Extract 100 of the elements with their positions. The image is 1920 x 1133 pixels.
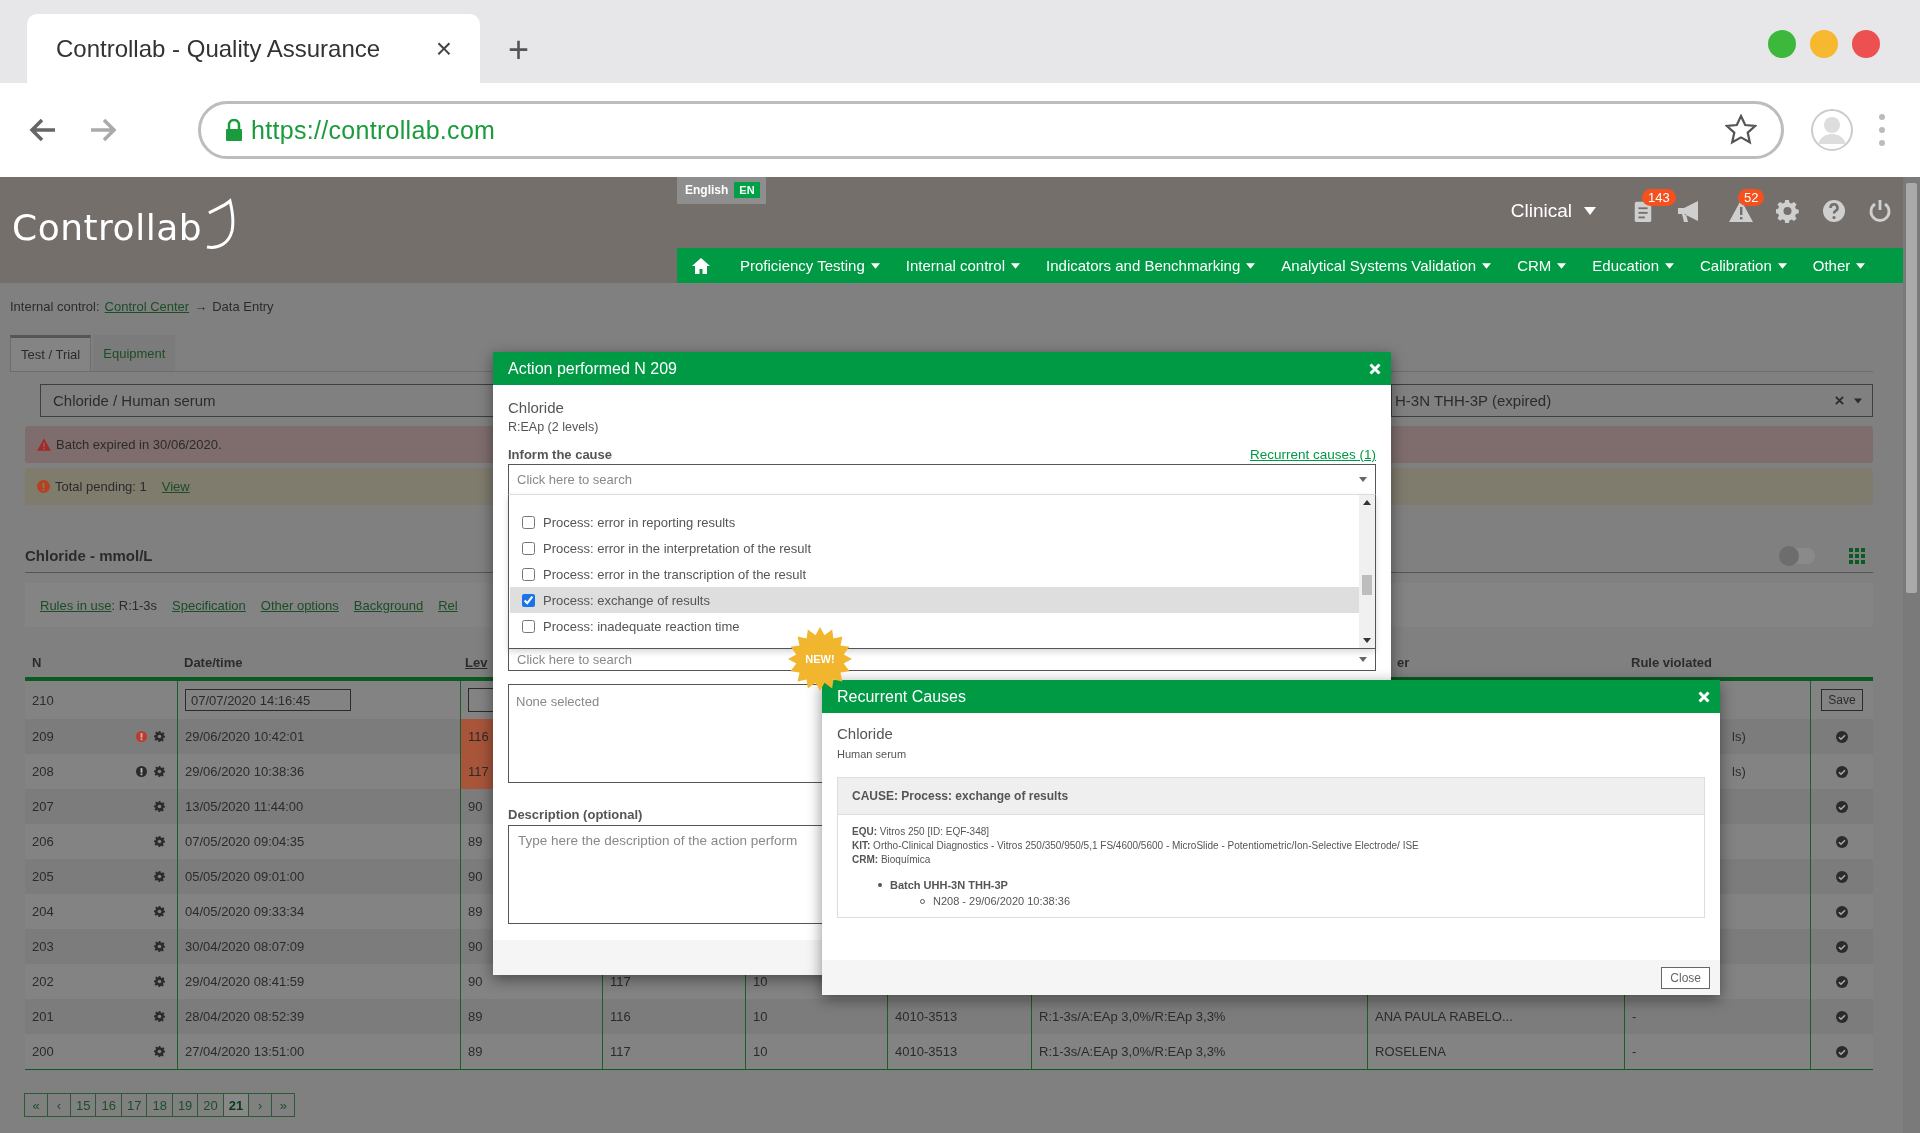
settings-icon[interactable]: [154, 976, 165, 987]
settings-icon[interactable]: [154, 731, 165, 742]
page-button[interactable]: 16: [95, 1093, 122, 1117]
power-icon[interactable]: [1868, 199, 1892, 223]
settings-icon[interactable]: [1776, 199, 1800, 223]
nav-menu-item[interactable]: Education: [1579, 257, 1687, 274]
grid-icon[interactable]: [1849, 547, 1865, 564]
toggle-switch[interactable]: [1781, 547, 1815, 564]
option-link[interactable]: Rel: [438, 597, 458, 613]
caret-icon: [1482, 262, 1492, 269]
close-icon[interactable]: [1369, 362, 1381, 375]
scrollbar[interactable]: [1903, 177, 1920, 1133]
tab[interactable]: Equipment: [93, 335, 176, 371]
tab-close-button[interactable]: ×: [435, 32, 452, 65]
language-selector[interactable]: English EN: [677, 177, 766, 204]
checkbox[interactable]: [522, 541, 535, 555]
breadcrumb-current: Data Entry: [212, 299, 274, 314]
nav-menu-item[interactable]: Indicators and Benchmarking: [1033, 257, 1269, 274]
settings-icon[interactable]: [154, 836, 165, 847]
table-cell: ls): [1732, 764, 1746, 779]
caret-icon: [1856, 262, 1866, 269]
batch-select[interactable]: H-3N THH-3P (expired): [1391, 384, 1873, 417]
page-button[interactable]: «: [24, 1093, 48, 1117]
close-button[interactable]: Close: [1661, 966, 1710, 989]
settings-icon[interactable]: [154, 871, 165, 882]
context-dropdown[interactable]: Clinical: [1504, 199, 1602, 223]
detail-line: EQU: Vitros 250 [ID: EQF-348]: [852, 825, 991, 839]
settings-icon[interactable]: [154, 1046, 165, 1057]
nav-menu-item[interactable]: CRM: [1504, 257, 1580, 274]
exclamation-icon[interactable]: [136, 766, 147, 777]
nav-menu-item[interactable]: Calibration: [1687, 257, 1800, 274]
page-button[interactable]: 21: [222, 1093, 250, 1117]
checkbox[interactable]: [522, 593, 535, 607]
checkbox[interactable]: [522, 619, 535, 633]
option-link[interactable]: Rules in use: [40, 597, 112, 613]
table-cell: R:1-3s/A:EAp 3,0%/R:EAp 3,3%: [1039, 1044, 1226, 1059]
checkbox[interactable]: [522, 567, 535, 581]
page-button[interactable]: ‹: [47, 1093, 71, 1117]
help-icon[interactable]: [1822, 199, 1846, 223]
page-button[interactable]: »: [271, 1093, 296, 1117]
page-button[interactable]: 19: [171, 1093, 199, 1117]
option-row[interactable]: Process: error in the interpretation of the result: [510, 535, 1359, 561]
settings-icon[interactable]: [154, 766, 165, 777]
rule-text: : R:1-3s: [111, 597, 158, 613]
check-icon: [1836, 870, 1848, 883]
check-icon: [1836, 905, 1848, 918]
bookmark-star-icon[interactable]: [1725, 114, 1757, 146]
list-scrollbar[interactable]: [1359, 495, 1375, 648]
scroll-down-icon[interactable]: [1363, 638, 1371, 643]
nav-menu-item[interactable]: Other: [1799, 257, 1879, 274]
table-cell: 29/06/2020 10:38:36: [185, 764, 305, 779]
exclamation-icon: [37, 480, 50, 493]
page-button[interactable]: 15: [70, 1093, 97, 1117]
field-label: Inform the cause: [508, 447, 613, 462]
settings-icon[interactable]: [154, 801, 165, 812]
window-button[interactable]: [1852, 30, 1880, 58]
page-button[interactable]: 18: [146, 1093, 173, 1117]
scroll-thumb[interactable]: [1362, 575, 1372, 595]
scroll-up-icon[interactable]: [1363, 500, 1371, 505]
nav-menu-item[interactable]: Analytical Systems Validation: [1268, 257, 1505, 274]
option-link[interactable]: Background: [353, 597, 424, 613]
option-row[interactable]: Process: error in reporting results: [510, 509, 1359, 535]
nav-menu-item[interactable]: Internal control: [892, 257, 1034, 274]
home-icon[interactable]: [691, 256, 711, 275]
table-cell: 10: [753, 1009, 768, 1024]
recurrent-causes-link[interactable]: Recurrent causes (1): [1249, 447, 1376, 462]
url-text: https://controllab.com: [251, 115, 496, 145]
settings-icon[interactable]: [154, 906, 165, 917]
table-cell: 209: [32, 729, 54, 744]
caret-icon[interactable]: [1359, 657, 1367, 662]
option-row[interactable]: Process: error in the transcription of the result: [510, 561, 1359, 587]
option-row[interactable]: Process: exchange of results: [510, 587, 1359, 613]
cause-search-field[interactable]: Click here to search: [508, 464, 1376, 494]
view-link[interactable]: View: [161, 479, 190, 494]
caret-icon[interactable]: [1359, 477, 1367, 482]
clear-icon[interactable]: [1835, 396, 1844, 405]
browser-tab[interactable]: Controllab - Quality Assurance ×: [27, 14, 480, 83]
checkbox[interactable]: [522, 515, 535, 529]
option-link[interactable]: Specification: [172, 597, 246, 613]
table-cell: 07/05/2020 09:04:35: [185, 834, 305, 849]
page-button[interactable]: 17: [120, 1093, 148, 1117]
table-cell: 10: [753, 1044, 768, 1059]
page-button[interactable]: ›: [248, 1093, 273, 1117]
settings-icon[interactable]: [154, 1011, 165, 1022]
detail-line: CRM: Bioquímica: [852, 853, 932, 867]
nav-menu-item[interactable]: Proficiency Testing: [727, 257, 893, 274]
save-button[interactable]: Save: [1821, 689, 1863, 711]
table-cell: 89: [460, 1034, 602, 1069]
tab[interactable]: Test / Trial: [10, 335, 92, 371]
caret-icon[interactable]: [1854, 397, 1862, 404]
datetime-field[interactable]: 07/07/2020 14:16:45: [185, 689, 351, 711]
window-button[interactable]: [1768, 30, 1796, 58]
close-icon[interactable]: [1698, 690, 1710, 703]
column-header[interactable]: Lev: [465, 654, 488, 670]
settings-icon[interactable]: [154, 941, 165, 952]
new-tab-button[interactable]: +: [502, 29, 536, 71]
option-link[interactable]: Other options: [260, 597, 339, 613]
breadcrumb-link[interactable]: Control Center: [104, 299, 190, 314]
address-bar[interactable]: https://controllab.com: [198, 101, 1784, 159]
caret-icon: [1665, 262, 1674, 269]
